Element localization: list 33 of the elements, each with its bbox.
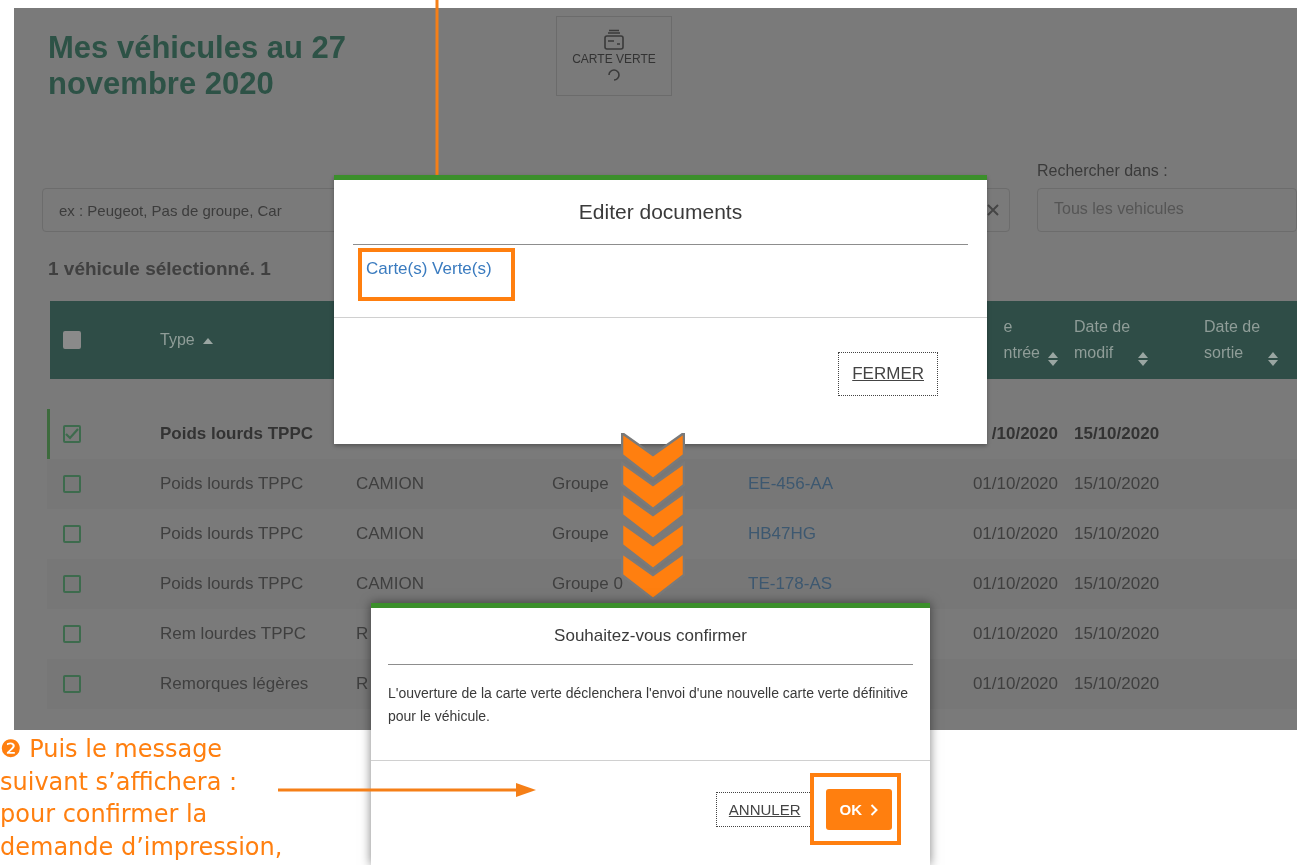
table-cell: 01/10/2020 xyxy=(972,574,1058,594)
dialog-title: Editer documents xyxy=(353,180,968,245)
table-cell: 15/10/2020 xyxy=(1074,524,1160,543)
table-cell: Remorques légères xyxy=(160,674,309,693)
table-cell: CAMION xyxy=(356,474,424,493)
table-cell: 15/10/2020 xyxy=(1074,474,1160,493)
table-cell: Poids lourds TPPC xyxy=(160,574,304,593)
table-cell: 01/10/2020 xyxy=(972,624,1058,644)
selection-summary: 1 véhicule sélectionné. 1 xyxy=(48,258,271,280)
table-cell: 01/10/2020 xyxy=(972,524,1058,544)
table-cell: 15/10/2020 xyxy=(1074,674,1160,693)
annotation-text: ❷ Puis le message suivant s’affichera : pour confirmer la demande d’impression, xyxy=(0,734,283,863)
table-cell: 15/10/2020 xyxy=(1074,424,1160,443)
table-cell: 01/10/2020 xyxy=(972,474,1058,494)
scope-label: Rechercher dans : xyxy=(1037,162,1169,180)
table-cell: Poids lourds TPPC xyxy=(160,424,314,443)
table-cell: R xyxy=(356,624,369,643)
table-cell: 15/10/2020 xyxy=(1074,574,1160,593)
table-cell: Rem lourdes TPPC xyxy=(160,624,307,643)
table-cell: /10/2020 xyxy=(991,424,1058,444)
table-cell: CAMION xyxy=(356,574,424,593)
table-cell: Poids lourds TPPC xyxy=(160,474,304,493)
dialog-message: L'ouverture de la carte verte déclenchera l'envoi d'une nouvelle carte verte définitive pour le véhicule. xyxy=(371,665,930,761)
table-cell: CAMION xyxy=(356,524,424,543)
table-cell: R xyxy=(356,674,369,693)
table-cell: 15/10/2020 xyxy=(1074,624,1160,643)
table-cell: 01/10/2020 xyxy=(972,674,1058,694)
table-cell: Groupe xyxy=(552,524,609,543)
dialog-title: Souhaitez-vous confirmer xyxy=(388,608,913,665)
page-title: Mes véhicules au 27 novembre 2020 xyxy=(48,30,348,102)
table-cell: Groupe 0 xyxy=(552,574,623,593)
table-cell: Poids lourds TPPC xyxy=(160,524,304,543)
table-cell: Groupe xyxy=(552,474,609,493)
